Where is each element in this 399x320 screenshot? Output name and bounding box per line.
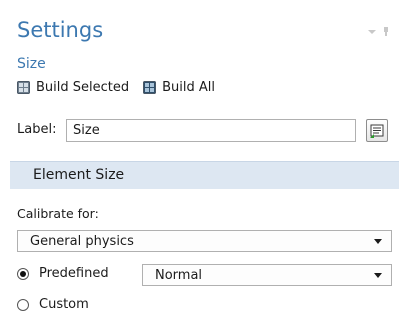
- predefined-size-select[interactable]: Normal: [142, 264, 392, 286]
- label-caption: Label:: [17, 122, 57, 137]
- calibrate-for-select[interactable]: General physics: [17, 230, 392, 252]
- predefined-size-value: Normal: [155, 267, 203, 283]
- build-selected-label: Build Selected: [36, 80, 130, 95]
- section-title: Element Size: [33, 167, 125, 183]
- chevron-down-icon[interactable]: [368, 29, 376, 34]
- build-selected-button[interactable]: Build Selected: [17, 80, 129, 95]
- reset-label-button[interactable]: [366, 119, 388, 142]
- predefined-radio[interactable]: [17, 267, 29, 280]
- build-all-icon: [143, 81, 157, 94]
- build-all-button[interactable]: Build All: [143, 80, 215, 95]
- settings-panel: Settings Size Build Selected Build All L…: [0, 0, 399, 320]
- predefined-label: Predefined: [39, 266, 109, 281]
- label-reset-icon: [370, 124, 384, 138]
- node-name: Size: [17, 56, 46, 72]
- calibrate-for-value: General physics: [30, 233, 134, 249]
- chevron-down-icon: [374, 273, 382, 278]
- custom-label: Custom: [39, 297, 89, 312]
- build-toolbar: Build Selected Build All: [17, 80, 229, 95]
- page-title: Settings: [17, 18, 104, 42]
- label-field[interactable]: [66, 119, 356, 142]
- window-controls: [368, 27, 388, 36]
- custom-option[interactable]: Custom: [17, 297, 89, 312]
- pin-icon[interactable]: [384, 27, 388, 36]
- build-all-label: Build All: [162, 80, 216, 95]
- predefined-option[interactable]: Predefined: [17, 266, 109, 281]
- calibrate-for-label: Calibrate for:: [17, 206, 99, 221]
- chevron-down-icon: [374, 239, 382, 244]
- custom-radio[interactable]: [17, 298, 29, 311]
- build-selected-icon: [17, 81, 30, 94]
